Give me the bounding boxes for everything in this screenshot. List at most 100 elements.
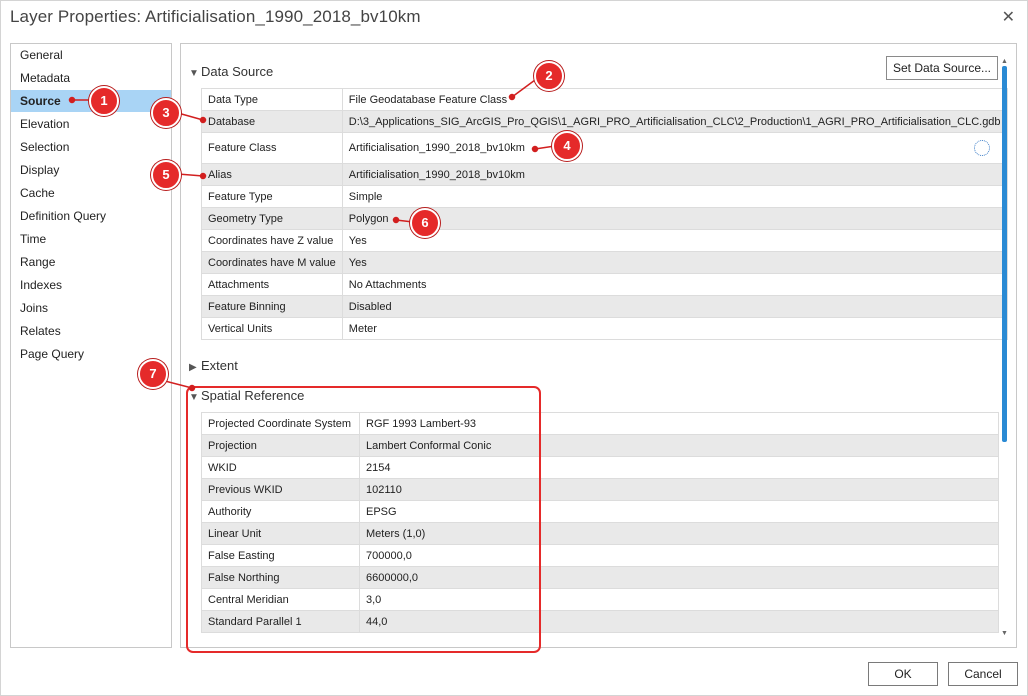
property-value: File Geodatabase Feature Class <box>341 88 1008 111</box>
property-row: Feature Class Artificialisation_1990_2018… <box>201 132 1008 164</box>
ok-button[interactable]: OK <box>868 662 938 686</box>
property-row: Previous WKID 102110 <box>201 478 999 501</box>
chevron-down-icon: ▼ <box>189 392 199 403</box>
property-row: Feature Type Simple <box>201 185 1008 208</box>
property-value: 44,0 <box>359 610 999 633</box>
property-row: Linear Unit Meters (1,0) <box>201 522 999 545</box>
chevron-down-icon: ▼ <box>189 68 199 79</box>
property-key: Standard Parallel 1 <box>201 610 360 633</box>
window-title: Layer Properties: Artificialisation_1990… <box>10 7 421 26</box>
data-source-header[interactable]: ▼ Data Source <box>189 64 273 79</box>
nav-item-elevation[interactable]: Elevation <box>11 113 171 135</box>
property-value: No Attachments <box>341 273 1008 296</box>
source-page: ▼ Data Source Set Data Source... Data Typ… <box>180 43 1017 648</box>
property-value: RGF 1993 Lambert-93 <box>359 412 999 435</box>
property-key: Feature Binning <box>201 295 343 318</box>
property-value: Yes <box>341 251 1008 274</box>
callout-badge-1: 1 <box>89 86 119 116</box>
vertical-scrollbar[interactable]: ▲ ▼ <box>1001 58 1009 638</box>
spatial-reference-header[interactable]: ▼ Spatial Reference <box>189 388 304 403</box>
property-key: Previous WKID <box>201 478 360 501</box>
property-page-list: General Metadata Source Elevation Selection D… <box>10 43 172 648</box>
property-row: Vertical Units Meter <box>201 317 1008 340</box>
property-value: 3,0 <box>359 588 999 611</box>
property-key: WKID <box>201 456 360 479</box>
property-key: Vertical Units <box>201 317 343 340</box>
extent-header[interactable]: ▶ Extent <box>189 358 238 373</box>
nav-item-cache[interactable]: Cache <box>11 182 171 204</box>
chevron-right-icon: ▶ <box>189 362 197 373</box>
nav-item-time[interactable]: Time <box>11 228 171 250</box>
property-key: Authority <box>201 500 360 523</box>
property-value: Artificialisation_1990_2018_bv10km <box>341 163 1008 186</box>
callout-badge-6: 6 <box>410 208 440 238</box>
property-key: Coordinates have M value <box>201 251 343 274</box>
callout-badge-5: 5 <box>151 160 181 190</box>
property-row: False Easting 700000,0 <box>201 544 999 567</box>
spatial-reference-table: Projected Coordinate System RGF 1993 Lamb… <box>201 412 999 633</box>
data-source-heading: Data Source <box>201 64 274 79</box>
extent-heading: Extent <box>201 358 238 373</box>
property-row: Central Meridian 3,0 <box>201 588 999 611</box>
callout-badge-7: 7 <box>138 359 168 389</box>
property-key: False Northing <box>201 566 360 589</box>
nav-item-indexes[interactable]: Indexes <box>11 274 171 296</box>
set-data-source-button[interactable]: Set Data Source... <box>886 56 998 80</box>
property-value: EPSG <box>359 500 999 523</box>
property-row: Geometry Type Polygon <box>201 207 1008 230</box>
property-row: Database D:\3_Applications_SIG_ArcGIS_Pro… <box>201 110 1008 133</box>
nav-item-general[interactable]: General <box>11 44 171 66</box>
property-key: Data Type <box>201 88 343 111</box>
property-row: Attachments No Attachments <box>201 273 1008 296</box>
property-row: False Northing 6600000,0 <box>201 566 999 589</box>
nav-item-definition-query[interactable]: Definition Query <box>11 205 171 227</box>
property-key: Projection <box>201 434 360 457</box>
property-row: Alias Artificialisation_1990_2018_bv10km <box>201 163 1008 186</box>
nav-item-metadata[interactable]: Metadata <box>11 67 171 89</box>
database-icon[interactable] <box>974 140 990 156</box>
property-key: Central Meridian <box>201 588 360 611</box>
property-key: Feature Class <box>201 132 343 164</box>
nav-item-range[interactable]: Range <box>11 251 171 273</box>
data-source-table: Data Type File Geodatabase Feature Class D… <box>201 88 1008 340</box>
property-key: Linear Unit <box>201 522 360 545</box>
property-value: 6600000,0 <box>359 566 999 589</box>
cancel-button[interactable]: Cancel <box>948 662 1018 686</box>
property-key: Projected Coordinate System <box>201 412 360 435</box>
close-icon[interactable]: ✕ <box>1002 7 1015 27</box>
property-row: Authority EPSG <box>201 500 999 523</box>
property-value: Simple <box>341 185 1008 208</box>
nav-item-joins[interactable]: Joins <box>11 297 171 319</box>
property-row: Projected Coordinate System RGF 1993 Lamb… <box>201 412 999 435</box>
property-value: Disabled <box>341 295 1008 318</box>
title-bar: Layer Properties: Artificialisation_1990… <box>1 1 1027 37</box>
property-value: Polygon <box>341 207 1008 230</box>
scroll-down-icon[interactable]: ▼ <box>1001 630 1008 637</box>
property-key: Geometry Type <box>201 207 343 230</box>
property-key: Coordinates have Z value <box>201 229 343 252</box>
callout-badge-3: 3 <box>151 98 181 128</box>
property-value: 102110 <box>359 478 999 501</box>
property-key: Attachments <box>201 273 343 296</box>
property-value: 2154 <box>359 456 999 479</box>
property-value: Meter <box>341 317 1008 340</box>
property-value: D:\3_Applications_SIG_ArcGIS_Pro_QGIS\1_… <box>341 110 1008 133</box>
property-row: Coordinates have Z value Yes <box>201 229 1008 252</box>
nav-item-relates[interactable]: Relates <box>11 320 171 342</box>
callout-badge-4: 4 <box>552 131 582 161</box>
property-row: Projection Lambert Conformal Conic <box>201 434 999 457</box>
property-value: Yes <box>341 229 1008 252</box>
property-row: Data Type File Geodatabase Feature Class <box>201 88 1008 111</box>
scrollbar-thumb[interactable] <box>1002 66 1007 442</box>
property-value: Meters (1,0) <box>359 522 999 545</box>
scroll-up-icon[interactable]: ▲ <box>1001 58 1008 65</box>
property-value: 700000,0 <box>359 544 999 567</box>
property-row: Coordinates have M value Yes <box>201 251 1008 274</box>
property-key: Alias <box>201 163 343 186</box>
property-row: WKID 2154 <box>201 456 999 479</box>
property-row: Standard Parallel 1 44,0 <box>201 610 999 633</box>
property-key: Database <box>201 110 343 133</box>
nav-item-selection[interactable]: Selection <box>11 136 171 158</box>
property-key: Feature Type <box>201 185 343 208</box>
nav-item-display[interactable]: Display <box>11 159 171 181</box>
